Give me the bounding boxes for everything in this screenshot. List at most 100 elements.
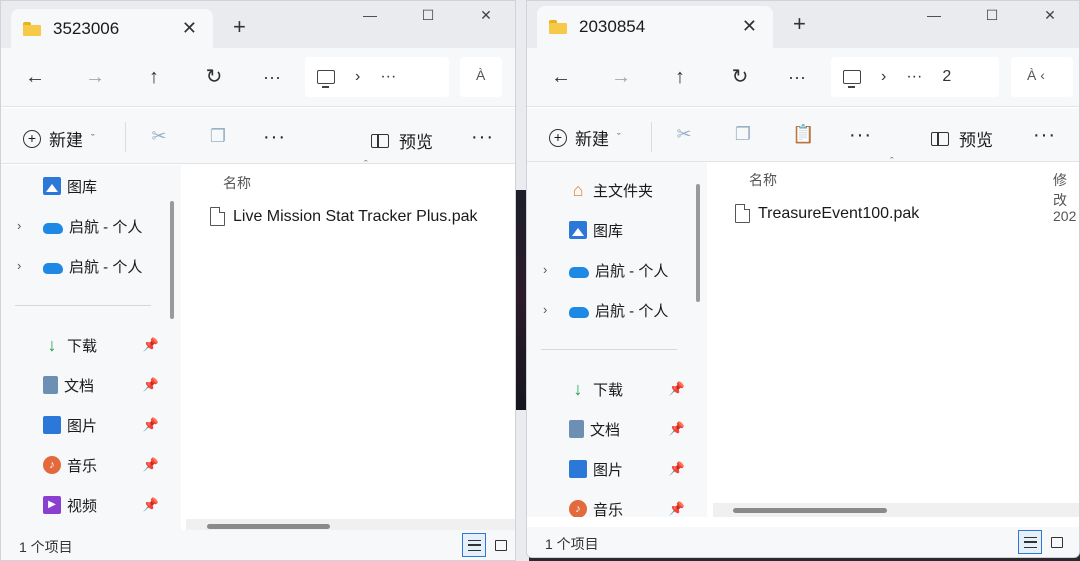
refresh-button[interactable]: ↻ — [201, 64, 227, 90]
paste-icon[interactable]: 📋 — [792, 124, 814, 145]
up-button[interactable]: ↑ — [141, 64, 167, 90]
refresh-button[interactable]: ↻ — [727, 64, 753, 90]
sidebar-item-downloads[interactable]: ↓ 下载 📌 — [43, 330, 160, 360]
back-button[interactable]: ← — [548, 64, 574, 90]
minimize-button[interactable]: — — [341, 1, 399, 31]
plus-circle-icon: + — [549, 128, 567, 147]
column-header-name[interactable]: 名称 — [223, 173, 251, 193]
chevron-right-icon[interactable]: › — [17, 218, 21, 233]
cut-icon[interactable]: ✂ — [148, 126, 170, 147]
sidebar-item-onedrive-2[interactable]: 启航 - 个人 — [569, 295, 668, 325]
column-header-modified[interactable]: 修改 — [1053, 170, 1079, 210]
forward-button[interactable]: → — [608, 64, 634, 90]
sidebar-item-gallery[interactable]: 图库 — [569, 215, 623, 245]
maximize-button[interactable]: ☐ — [399, 1, 457, 31]
sidebar-item-pictures[interactable]: 图片 📌 — [569, 454, 685, 484]
sidebar-item-label: 主文件夹 — [593, 182, 654, 200]
sidebar-item-onedrive-1[interactable]: 启航 - 个人 — [43, 211, 142, 241]
toolbar-overflow-button[interactable]: ··· — [1033, 124, 1055, 147]
forward-button[interactable]: → — [82, 64, 108, 90]
pin-icon: 📌 — [668, 461, 685, 476]
tiles-view-button[interactable] — [1044, 530, 1068, 554]
preview-button[interactable]: 预览 — [371, 128, 433, 153]
tab-2030854[interactable]: 2030854 ✕ — [537, 6, 773, 48]
maximize-button[interactable]: ☐ — [963, 1, 1021, 31]
address-bar: ← → ↑ ↻ ··· › ··· 2 À ‹ — [527, 48, 1079, 107]
sidebar-scrollbar[interactable] — [170, 201, 174, 319]
path-partial-segment[interactable]: 2 — [942, 68, 951, 86]
tab-close-button[interactable]: ✕ — [182, 18, 197, 39]
file-name: Live Mission Stat Tracker Plus.pak — [233, 207, 478, 225]
item-count: 1 个项目 — [545, 536, 599, 552]
more-nav-button[interactable]: ··· — [784, 64, 810, 90]
search-box[interactable]: À — [460, 57, 502, 97]
document-icon — [569, 420, 584, 438]
sidebar-item-home[interactable]: ⌂ 主文件夹 — [569, 175, 653, 205]
path-ellipsis[interactable]: ··· — [906, 68, 922, 86]
sidebar-item-onedrive-1[interactable]: 启航 - 个人 — [569, 255, 668, 285]
sidebar-item-downloads[interactable]: ↓ 下载 📌 — [569, 374, 686, 404]
search-partial-text: À ‹ — [1027, 67, 1045, 83]
path-box[interactable]: › ··· 2 — [831, 57, 999, 97]
more-actions-button[interactable]: ··· — [263, 126, 285, 149]
tab-close-button[interactable]: ✕ — [742, 16, 757, 37]
copy-icon[interactable]: ❐ — [207, 126, 229, 147]
new-button[interactable]: + 新建 ˇ — [549, 125, 621, 150]
details-view-button[interactable] — [462, 533, 486, 557]
path-chevron[interactable]: › — [881, 68, 886, 86]
close-button[interactable]: ✕ — [1021, 1, 1079, 31]
cloud-icon — [569, 266, 589, 278]
details-view-button[interactable] — [1018, 530, 1042, 554]
file-row[interactable]: Live Mission Stat Tracker Plus.pak — [210, 207, 478, 226]
path-box[interactable]: › ··· — [305, 57, 449, 97]
sidebar-item-music[interactable]: ♪ 音乐 📌 — [569, 494, 685, 517]
chevron-right-icon[interactable]: › — [543, 302, 547, 317]
horizontal-scrollbar[interactable] — [713, 503, 1079, 517]
sidebar-item-onedrive-2[interactable]: 启航 - 个人 — [43, 251, 142, 281]
item-count: 1 个项目 — [19, 539, 73, 555]
minimize-button[interactable]: — — [905, 1, 963, 31]
copy-icon[interactable]: ❐ — [732, 124, 754, 145]
cut-icon[interactable]: ✂ — [673, 124, 695, 145]
up-button[interactable]: ↑ — [667, 64, 693, 90]
chevron-right-icon[interactable]: › — [17, 258, 21, 273]
sidebar-scrollbar[interactable] — [696, 184, 700, 302]
tab-3523006[interactable]: 3523006 ✕ — [11, 9, 213, 48]
sidebar-item-videos[interactable]: ▶ 视频 📌 — [43, 490, 159, 520]
cloud-icon — [43, 222, 63, 234]
sidebar-item-music[interactable]: ♪ 音乐 📌 — [43, 450, 159, 480]
toolbar-overflow-button[interactable]: ··· — [471, 126, 493, 149]
folder-icon — [23, 21, 41, 36]
preview-button[interactable]: 预览 — [931, 126, 993, 151]
file-name: TreasureEvent100.pak — [758, 204, 920, 222]
sidebar-item-label: 启航 - 个人 — [69, 258, 143, 276]
new-tab-button[interactable]: + — [793, 13, 806, 35]
chevron-right-icon[interactable]: › — [543, 262, 547, 277]
pin-icon: 📌 — [142, 337, 159, 352]
more-actions-button[interactable]: ··· — [849, 124, 871, 147]
path-chevron[interactable]: › — [355, 68, 360, 86]
document-icon — [43, 376, 58, 394]
sidebar-item-documents[interactable]: 文档 📌 — [43, 370, 159, 400]
path-ellipsis[interactable]: ··· — [380, 68, 396, 86]
tiles-view-button[interactable] — [488, 533, 512, 557]
new-tab-button[interactable]: + — [233, 16, 246, 38]
tiles-view-icon — [1051, 537, 1063, 548]
column-header-name[interactable]: 名称 — [749, 170, 777, 190]
sidebar-item-pictures[interactable]: 图片 📌 — [43, 410, 159, 440]
sidebar-item-gallery[interactable]: 图库 — [43, 171, 97, 201]
pictures-icon — [43, 416, 61, 434]
new-button[interactable]: + 新建 ˇ — [23, 126, 95, 151]
search-box[interactable]: À ‹ — [1011, 57, 1073, 97]
file-list: 名称 ˆ 修改 TreasureEvent100.pak 202 — [713, 156, 1079, 517]
sidebar-item-documents[interactable]: 文档 📌 — [569, 414, 685, 444]
close-button[interactable]: ✕ — [457, 1, 515, 31]
horizontal-scrollbar-thumb[interactable] — [733, 508, 887, 513]
sidebar-item-label: 启航 - 个人 — [69, 218, 143, 236]
back-button[interactable]: ← — [22, 64, 48, 90]
folder-icon — [549, 20, 567, 34]
music-icon: ♪ — [569, 500, 587, 517]
more-nav-button[interactable]: ··· — [259, 64, 285, 90]
horizontal-scrollbar-thumb[interactable] — [207, 524, 330, 529]
file-row[interactable]: TreasureEvent100.pak — [735, 204, 919, 223]
